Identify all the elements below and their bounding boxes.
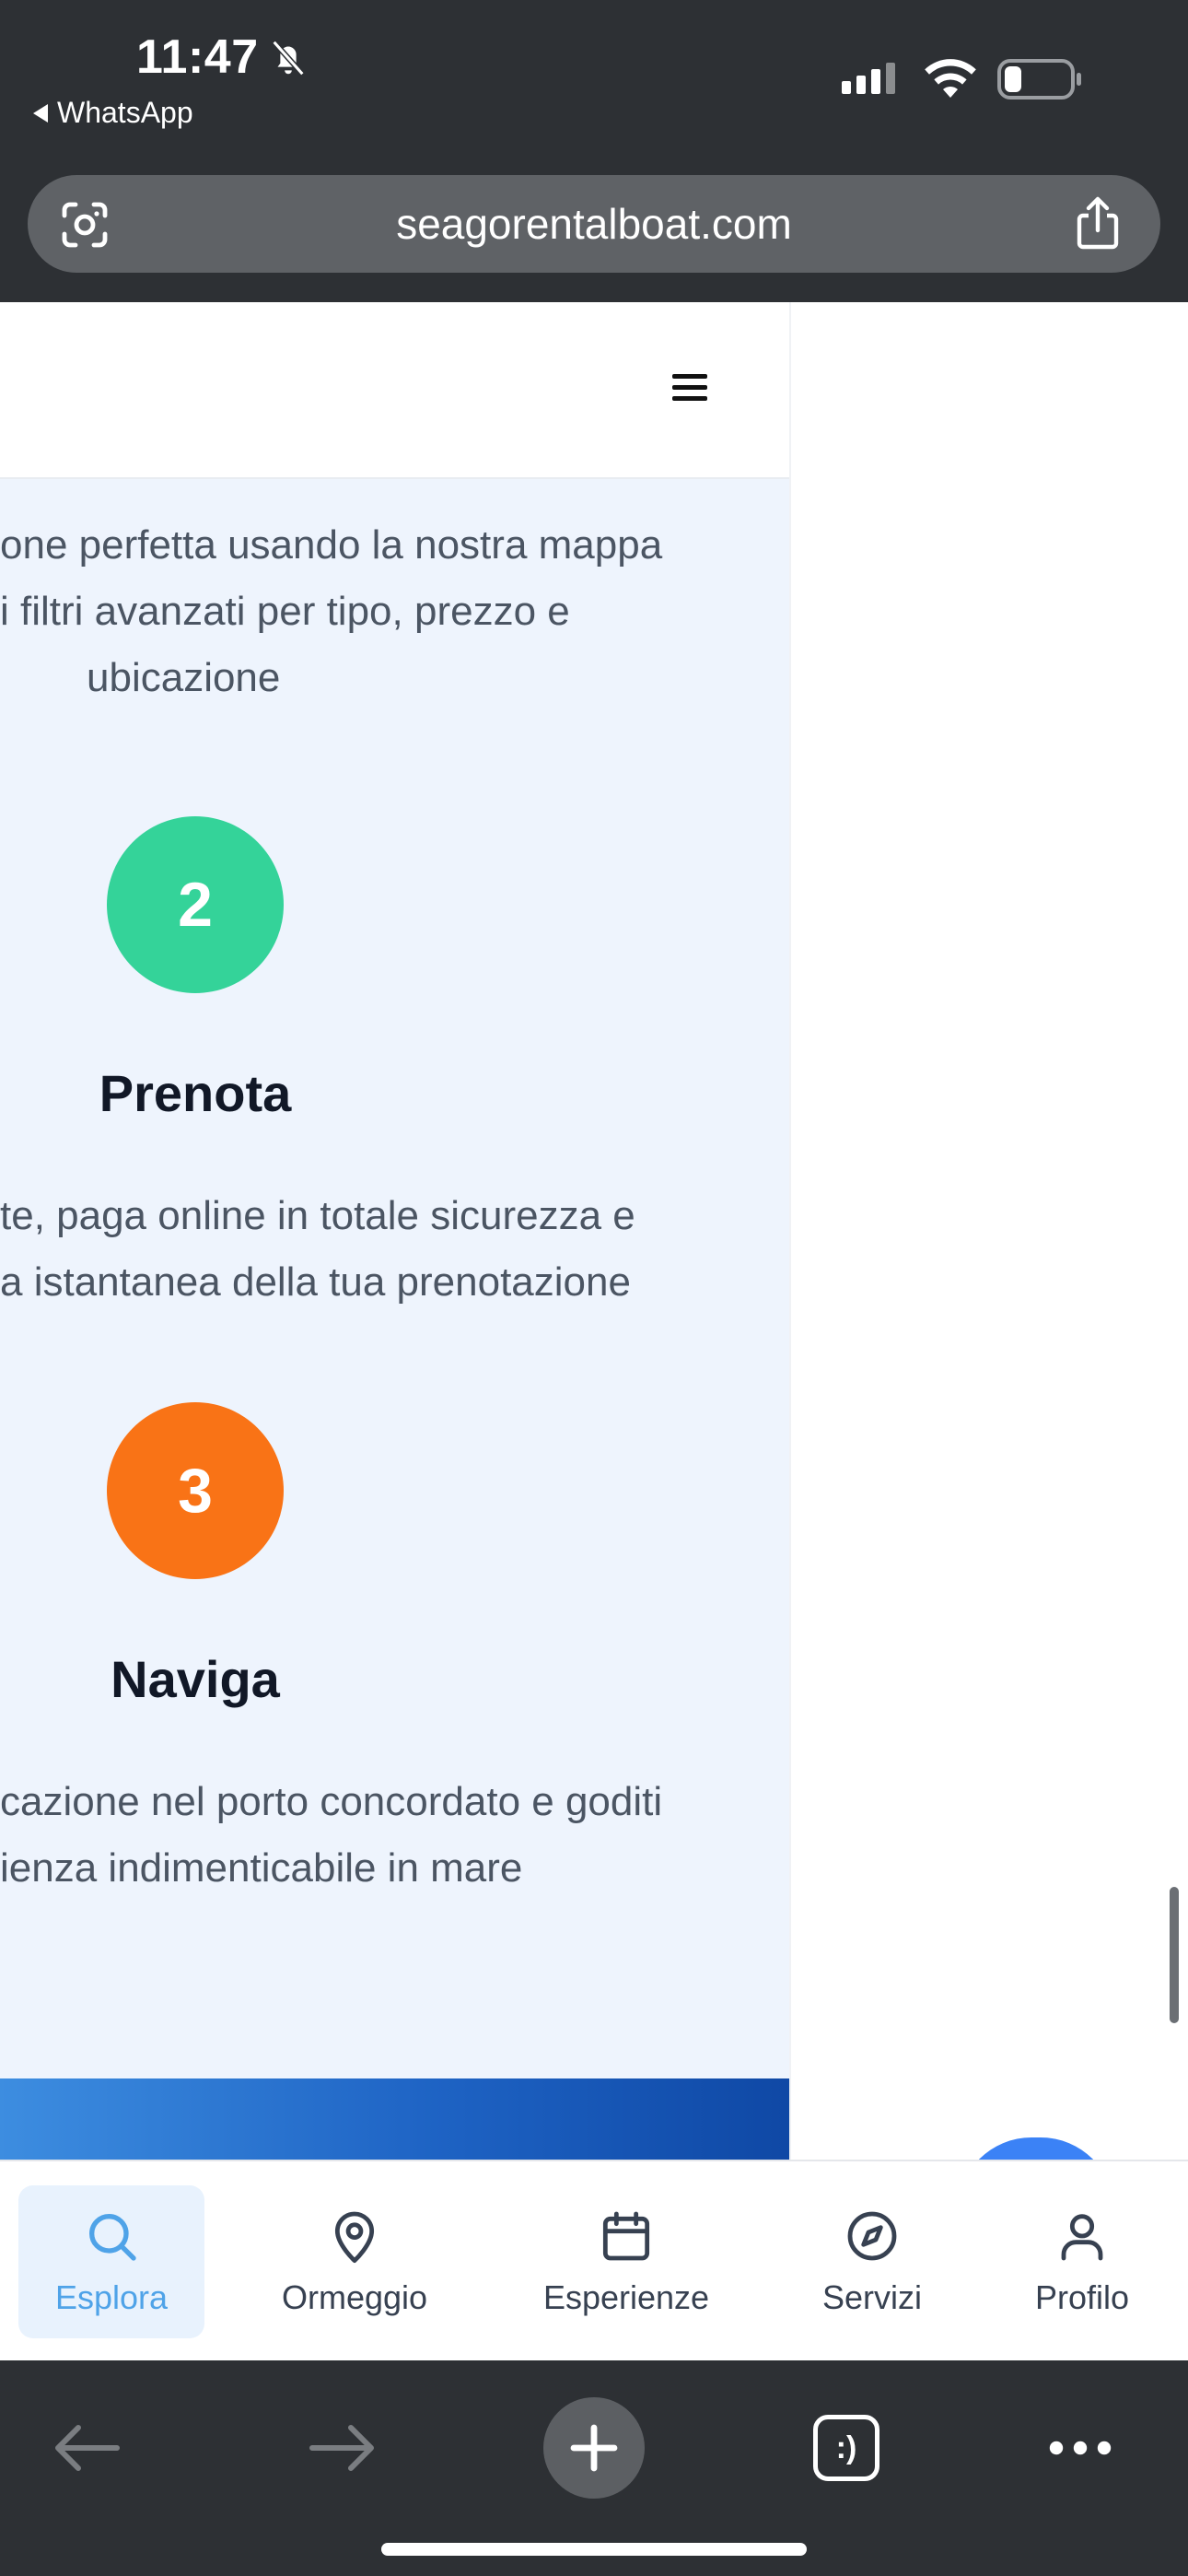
nav-item-ormeggio[interactable]: Ormeggio <box>262 2185 448 2338</box>
cta-banner <box>0 2078 789 2160</box>
step-3-number-badge: 3 <box>107 1402 284 1579</box>
nav-item-profilo[interactable]: Profilo <box>1006 2185 1159 2338</box>
step-3-description: cazione nel porto concordato e goditi ie… <box>0 1779 663 1891</box>
step-1-description: one perfetta usando la nostra mappa i fi… <box>0 522 663 700</box>
cellular-signal-icon <box>842 63 895 94</box>
page-scrollbar[interactable] <box>1170 1887 1179 2023</box>
status-time: 11:47 <box>136 30 259 84</box>
nav-item-esplora[interactable]: Esplora <box>18 2185 204 2338</box>
forward-button[interactable] <box>291 2397 392 2499</box>
step-2-number-badge: 2 <box>107 816 284 993</box>
arrow-left-icon <box>55 2425 120 2471</box>
bell-off-icon <box>272 40 305 76</box>
back-arrow-icon <box>33 103 48 123</box>
battery-icon <box>997 59 1081 100</box>
user-icon <box>1061 2214 1103 2261</box>
back-to-app-button[interactable]: WhatsApp <box>33 96 193 130</box>
nav-label: Profilo <box>1034 2278 1130 2316</box>
address-bar[interactable]: seagorentalboat.com <box>28 175 1160 273</box>
home-indicator[interactable] <box>381 2543 807 2556</box>
map-pin-icon <box>334 2211 375 2264</box>
new-tab-button[interactable] <box>543 2397 645 2499</box>
wifi-icon <box>925 59 976 98</box>
status-bar: 11:47 WhatsApp <box>0 0 1188 166</box>
how-it-works-section: one perfetta usando la nostra mappa i fi… <box>0 479 789 2078</box>
arrow-right-icon <box>309 2425 374 2471</box>
search-icon <box>89 2214 136 2261</box>
calendar-icon <box>602 2211 650 2261</box>
nav-item-esperienze[interactable]: Esperienze <box>525 2185 728 2338</box>
url-text[interactable]: seagorentalboat.com <box>28 199 1160 249</box>
share-icon[interactable] <box>1074 195 1122 251</box>
tabs-button[interactable]: :) <box>796 2397 897 2499</box>
back-button[interactable] <box>37 2397 138 2499</box>
more-menu-button[interactable] <box>1030 2397 1131 2499</box>
nav-label: Esperienze <box>542 2278 710 2316</box>
page-overflow-area <box>789 302 1188 2160</box>
nav-label: Ormeggio <box>281 2278 428 2316</box>
app-bottom-nav: Esplora Ormeggio Esperienze Servizi Prof… <box>0 2160 1188 2360</box>
nav-label: Servizi <box>821 2278 923 2316</box>
step-2-description: te, paga online in totale sicurezza e a … <box>0 1193 635 1305</box>
site-header <box>0 302 789 479</box>
nav-item-servizi[interactable]: Servizi <box>792 2185 952 2338</box>
plus-icon <box>570 2424 618 2472</box>
back-app-label: WhatsApp <box>57 96 193 129</box>
compass-icon <box>847 2211 897 2261</box>
step-3-title: Naviga <box>111 1650 280 1708</box>
tabs-icon: :) <box>813 2415 879 2481</box>
hamburger-menu-icon[interactable] <box>672 374 707 405</box>
nav-label: Esplora <box>54 2278 169 2316</box>
step-2-title: Prenota <box>99 1064 292 1122</box>
more-dots-icon <box>1049 2441 1112 2455</box>
web-viewport: one perfetta usando la nostra mappa i fi… <box>0 302 1188 2360</box>
